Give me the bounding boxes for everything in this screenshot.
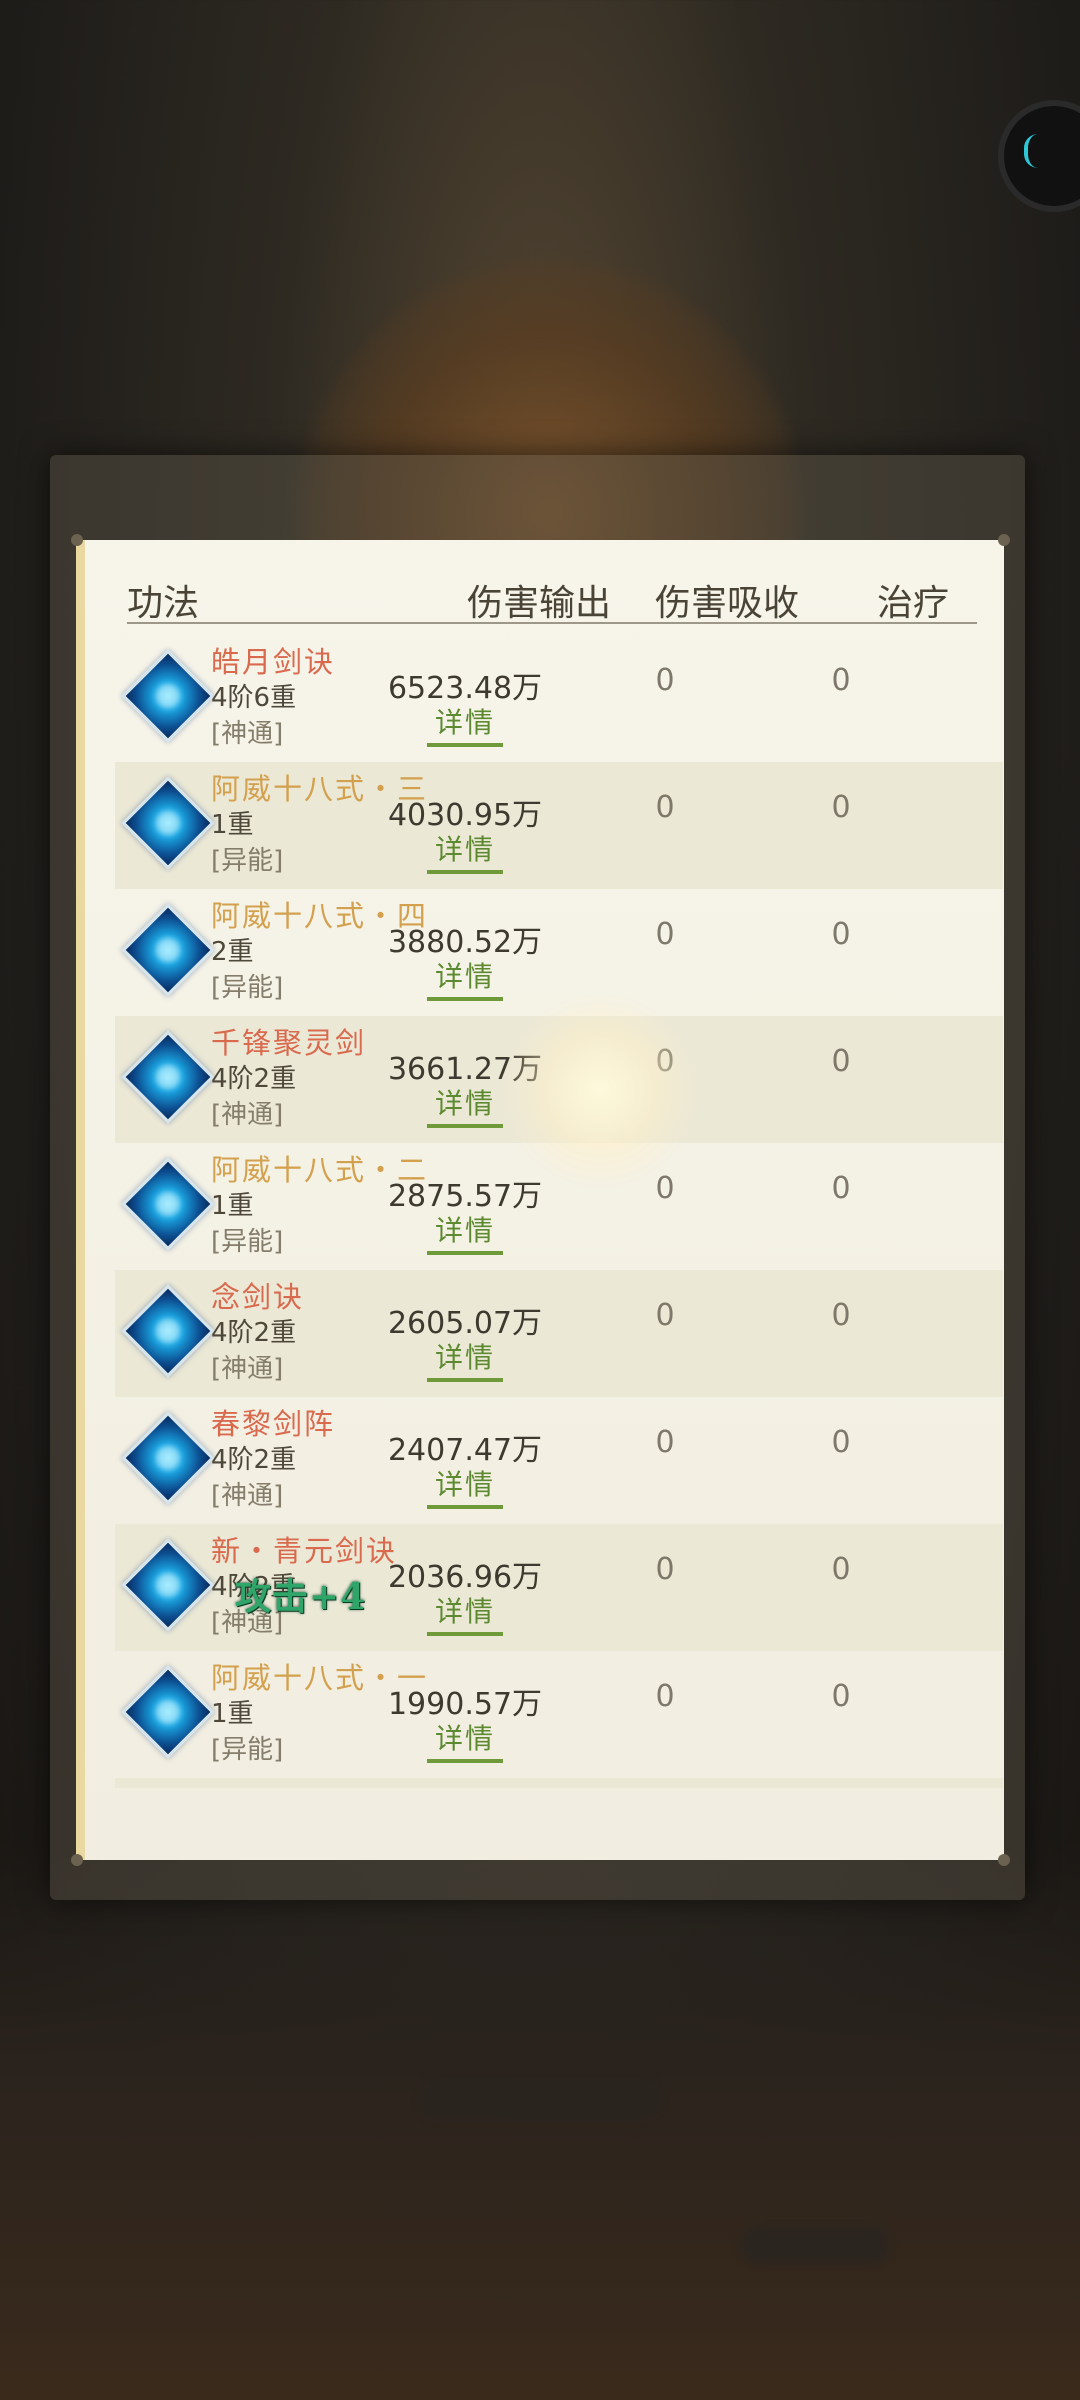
skill-level: 1重 bbox=[211, 1191, 254, 1221]
absorb-value: 0 bbox=[655, 1425, 675, 1460]
absorb-value: 0 bbox=[655, 917, 675, 952]
absorb-value: 0 bbox=[655, 1298, 675, 1333]
skill-level: 4阶2重 bbox=[211, 1445, 297, 1475]
detail-link[interactable]: 详情 bbox=[405, 955, 525, 1001]
absorb-value: 0 bbox=[655, 1044, 675, 1079]
heal-value: 0 bbox=[831, 663, 851, 698]
skill-row: 念剑诀 4阶2重 [神通] 2605.07万 详情 0 0 bbox=[115, 1270, 1003, 1397]
detail-link[interactable]: 详情 bbox=[405, 1463, 525, 1509]
skill-type: [神通] bbox=[211, 1481, 284, 1511]
skill-type: [神通] bbox=[211, 1100, 284, 1130]
skill-level: 1重 bbox=[211, 1699, 254, 1729]
table-header: 功法 伤害输出 伤害吸收 治疗 bbox=[127, 570, 977, 624]
skill-level: 2重 bbox=[211, 937, 254, 967]
header-heal: 治疗 bbox=[877, 583, 950, 624]
skill-row: 阿威十八式・二 1重 [异能] 2875.57万 详情 0 0 bbox=[115, 1143, 1003, 1270]
skill-row: 千锋聚灵剑 4阶2重 [神通] 3661.27万 详情 0 0 bbox=[115, 1016, 1003, 1143]
skill-row: 春黎剑阵 4阶2重 [神通] 2407.47万 详情 0 0 bbox=[115, 1397, 1003, 1524]
heal-value: 0 bbox=[831, 790, 851, 825]
skill-type: [异能] bbox=[211, 846, 284, 876]
detail-link[interactable]: 详情 bbox=[405, 1082, 525, 1128]
detail-link[interactable]: 详情 bbox=[405, 1717, 525, 1763]
skill-type: [异能] bbox=[211, 1227, 284, 1257]
heal-value: 0 bbox=[831, 1679, 851, 1714]
heal-value: 0 bbox=[831, 1552, 851, 1587]
floating-buff-text: 攻击+4 bbox=[235, 1576, 367, 1618]
absorb-value: 0 bbox=[655, 1552, 675, 1587]
skill-name: 千锋聚灵剑 bbox=[211, 1026, 367, 1060]
skill-type: [异能] bbox=[211, 973, 284, 1003]
header-damage-output: 伤害输出 bbox=[467, 583, 612, 624]
header-damage-absorb: 伤害吸收 bbox=[655, 583, 800, 624]
corner-pin bbox=[71, 534, 83, 546]
skill-icon bbox=[121, 903, 215, 997]
detail-link[interactable]: 详情 bbox=[405, 1336, 525, 1382]
skill-icon bbox=[121, 1030, 215, 1124]
corner-pin bbox=[71, 1854, 83, 1866]
absorb-value: 0 bbox=[655, 790, 675, 825]
skill-level: 4阶2重 bbox=[211, 1064, 297, 1094]
skill-level: 4阶6重 bbox=[211, 683, 297, 713]
skill-icon bbox=[121, 1411, 215, 1505]
skill-level: 4阶2重 bbox=[211, 1318, 297, 1348]
skill-icon bbox=[121, 1538, 215, 1632]
background-floor bbox=[0, 1840, 1080, 2400]
skill-name: 皓月剑诀 bbox=[211, 645, 336, 679]
blurred-bar bbox=[420, 2080, 660, 2120]
corner-pin bbox=[998, 534, 1010, 546]
heal-value: 0 bbox=[831, 1171, 851, 1206]
detail-link[interactable]: 详情 bbox=[405, 1209, 525, 1255]
detail-link[interactable]: 详情 bbox=[405, 701, 525, 747]
partial-next-row bbox=[115, 1778, 1003, 1788]
skill-name: 念剑诀 bbox=[211, 1280, 305, 1314]
skill-type: [神通] bbox=[211, 1354, 284, 1384]
absorb-value: 0 bbox=[655, 1171, 675, 1206]
absorb-value: 0 bbox=[655, 663, 675, 698]
header-skill: 功法 bbox=[127, 583, 200, 624]
skill-row: 阿威十八式・一 1重 [异能] 1990.57万 详情 0 0 bbox=[115, 1651, 1003, 1778]
skill-icon bbox=[121, 1157, 215, 1251]
skill-row: 阿威十八式・四 2重 [异能] 3880.52万 详情 0 0 bbox=[115, 889, 1003, 1016]
skill-row: 皓月剑诀 4阶6重 [神通] 6523.48万 详情 0 0 bbox=[115, 635, 1003, 762]
heal-value: 0 bbox=[831, 917, 851, 952]
heal-value: 0 bbox=[831, 1425, 851, 1460]
skill-icon bbox=[121, 1284, 215, 1378]
skill-type: [异能] bbox=[211, 1735, 284, 1765]
skill-icon bbox=[121, 1665, 215, 1759]
skill-name: 春黎剑阵 bbox=[211, 1407, 336, 1441]
detail-link[interactable]: 详情 bbox=[405, 828, 525, 874]
skill-icon bbox=[121, 649, 215, 743]
heal-value: 0 bbox=[831, 1298, 851, 1333]
skill-icon bbox=[121, 776, 215, 870]
battle-stats-panel: 功法 伤害输出 伤害吸收 治疗 皓月剑诀 4阶6重 [神通] 6523.48万 … bbox=[71, 534, 1010, 1866]
corner-pin bbox=[998, 1854, 1010, 1866]
heal-value: 0 bbox=[831, 1044, 851, 1079]
absorb-value: 0 bbox=[655, 1679, 675, 1714]
skill-row: 阿威十八式・三 1重 [异能] 4030.95万 详情 0 0 bbox=[115, 762, 1003, 889]
skill-type: [神通] bbox=[211, 719, 284, 749]
blurred-button bbox=[740, 2225, 890, 2265]
ring-icon[interactable] bbox=[998, 100, 1080, 212]
skill-level: 1重 bbox=[211, 810, 254, 840]
detail-link[interactable]: 详情 bbox=[405, 1590, 525, 1636]
